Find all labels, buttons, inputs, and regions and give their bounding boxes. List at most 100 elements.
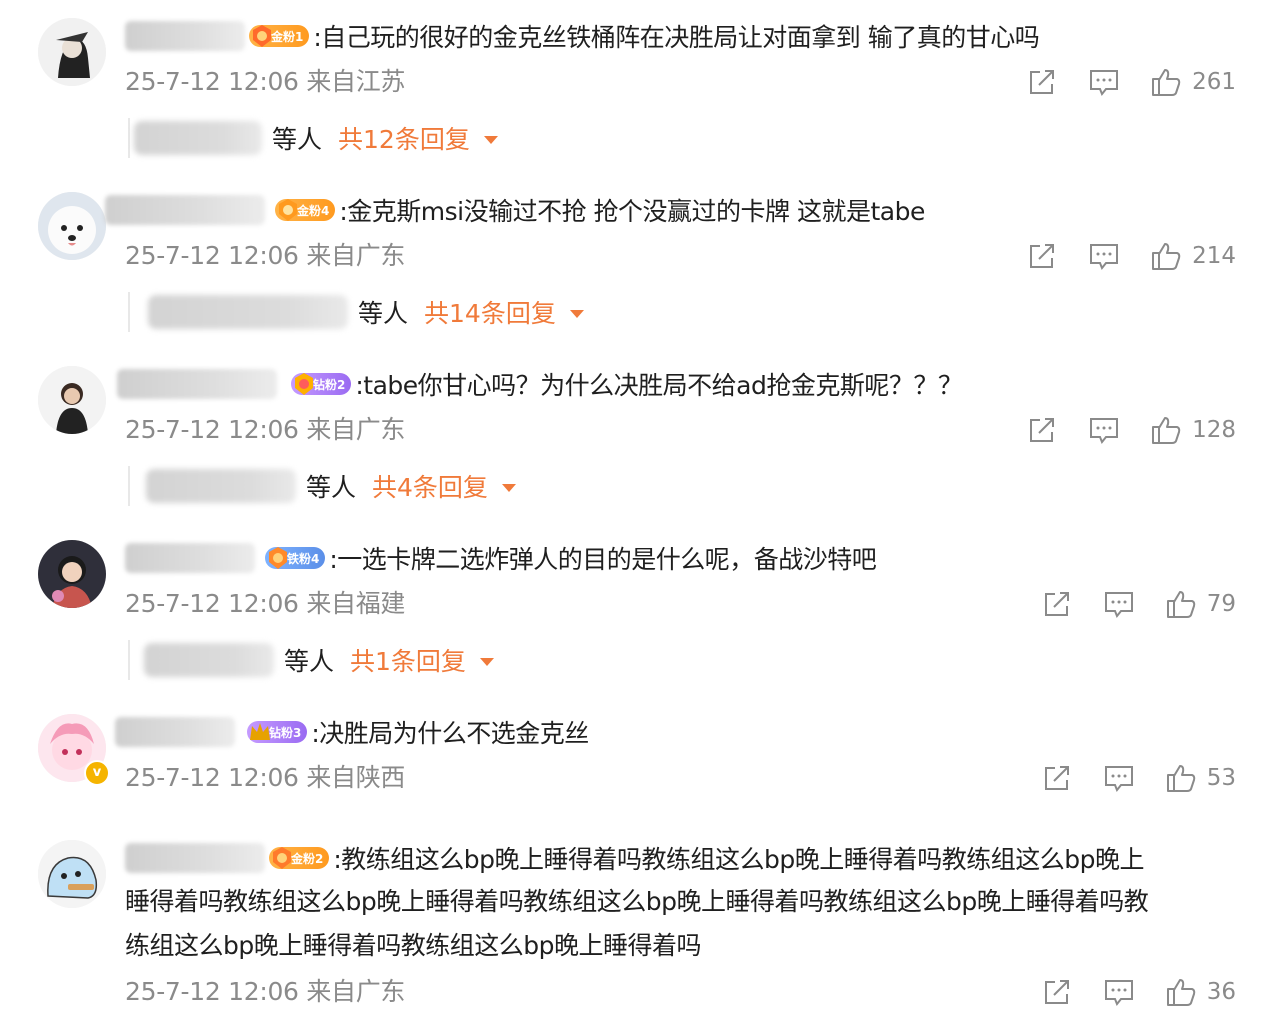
fan-badge: 铁粉4 <box>265 547 326 569</box>
comment-text-continued: 睡得着吗教练组这么bp晚上睡得着吗教练组这么bp晚上睡得着吗教练组这么bp晚上睡… <box>125 880 1225 968</box>
comment-button[interactable] <box>1088 240 1120 272</box>
thumbs-up-icon <box>1166 765 1195 792</box>
comment-text-line: 练组这么bp晚上睡得着吗教练组这么bp晚上睡得着吗 <box>125 931 701 960</box>
fan-badge: 金粉1 <box>249 25 310 47</box>
user-avatar[interactable] <box>38 540 106 608</box>
like-button[interactable]: 128 <box>1150 414 1236 446</box>
comment-button[interactable] <box>1103 976 1135 1008</box>
share-button[interactable] <box>1026 414 1058 446</box>
comment-meta: 25-7-12 12:06 来自广东 <box>125 410 405 450</box>
comment-text: :tabe你甘心吗？为什么决胜局不给ad抢金克斯呢？？？ <box>355 371 963 400</box>
replier-redacted <box>134 121 262 155</box>
reply-total-link[interactable]: 共14条回复 <box>424 294 556 330</box>
timestamp: 25-7-12 12:06 <box>125 241 299 270</box>
location: 来自陕西 <box>306 763 406 792</box>
username-redacted[interactable] <box>105 195 265 225</box>
comment-icon <box>1090 418 1119 444</box>
replier-redacted <box>144 643 274 677</box>
timestamp: 25-7-12 12:06 <box>125 589 299 618</box>
like-count: 261 <box>1192 69 1236 95</box>
comment-button[interactable] <box>1103 762 1135 794</box>
share-button[interactable] <box>1041 976 1073 1008</box>
replier-redacted <box>146 469 296 503</box>
like-count: 128 <box>1192 417 1236 443</box>
timestamp: 25-7-12 12:06 <box>125 415 299 444</box>
comment-icon <box>1104 592 1133 618</box>
comment-button[interactable] <box>1088 66 1120 98</box>
comment-meta: 25-7-12 12:06 来自陕西 <box>125 758 405 798</box>
share-button[interactable] <box>1041 588 1073 620</box>
location: 来自广东 <box>306 415 406 444</box>
reply-summary[interactable]: 等人 共1条回复 <box>128 640 494 680</box>
comment-icon <box>1090 244 1119 270</box>
reply-summary[interactable]: 等人 共12条回复 <box>128 118 498 158</box>
reply-total-link[interactable]: 共12条回复 <box>338 120 470 156</box>
username-redacted[interactable] <box>125 543 255 573</box>
user-avatar[interactable] <box>38 192 106 260</box>
like-button[interactable]: 53 <box>1165 762 1236 794</box>
share-icon <box>1044 766 1069 790</box>
timestamp: 25-7-12 12:06 <box>125 67 299 96</box>
share-button[interactable] <box>1026 240 1058 272</box>
caret-down-icon[interactable] <box>569 310 584 318</box>
comment-meta: 25-7-12 12:06 来自广东 <box>125 972 405 1012</box>
fan-badge: 钻粉2 <box>291 373 352 395</box>
user-avatar[interactable] <box>38 840 106 908</box>
caret-down-icon[interactable] <box>501 484 516 492</box>
like-button[interactable]: 36 <box>1165 976 1236 1008</box>
like-count: 36 <box>1206 979 1236 1005</box>
reply-total-link[interactable]: 共4条回复 <box>372 468 488 504</box>
comment-meta: 25-7-12 12:06 来自福建 <box>125 584 405 624</box>
like-button[interactable]: 79 <box>1165 588 1236 620</box>
share-icon <box>1030 70 1055 94</box>
thumbs-up-icon <box>1152 417 1181 444</box>
location: 来自江苏 <box>306 67 406 96</box>
comment-text: :金克斯msi没输过不抢 抢个没赢过的卡牌 这就是tabe <box>339 197 925 226</box>
comment-icon <box>1090 70 1119 96</box>
like-count: 214 <box>1192 243 1236 269</box>
reply-total-link[interactable]: 共1条回复 <box>350 642 466 678</box>
share-icon <box>1030 418 1055 442</box>
timestamp: 25-7-12 12:06 <box>125 977 299 1006</box>
thumbs-up-icon <box>1152 243 1181 270</box>
username-redacted[interactable] <box>125 21 245 51</box>
comment-icon <box>1104 980 1133 1006</box>
comment-button[interactable] <box>1103 588 1135 620</box>
thumbs-up-icon <box>1152 69 1181 96</box>
like-count: 53 <box>1206 765 1236 791</box>
user-avatar[interactable] <box>38 366 106 434</box>
username-redacted[interactable] <box>115 717 235 747</box>
share-button[interactable] <box>1026 66 1058 98</box>
reply-summary[interactable]: 等人 共14条回复 <box>128 292 584 332</box>
fan-badge: 钻粉3 <box>247 721 308 743</box>
comment-text: :自己玩的很好的金克丝铁桶阵在决胜局让对面拿到 输了真的甘心吗 <box>313 23 1040 52</box>
username-redacted[interactable] <box>117 369 277 399</box>
username-redacted[interactable] <box>125 843 265 873</box>
caret-down-icon[interactable] <box>483 136 498 144</box>
user-avatar[interactable] <box>38 18 106 86</box>
comment-meta: 25-7-12 12:06 来自江苏 <box>125 62 405 102</box>
like-button[interactable]: 214 <box>1150 240 1236 272</box>
thumbs-up-icon <box>1166 979 1195 1006</box>
replier-redacted <box>148 295 348 329</box>
like-count: 79 <box>1206 591 1236 617</box>
like-button[interactable]: 261 <box>1150 66 1236 98</box>
caret-down-icon[interactable] <box>479 658 494 666</box>
thumbs-up-icon <box>1166 591 1195 618</box>
fan-badge: 金粉2 <box>269 847 330 869</box>
comment-text-line: 睡得着吗教练组这么bp晚上睡得着吗教练组这么bp晚上睡得着吗教练组这么bp晚上睡… <box>125 887 1149 916</box>
timestamp: 25-7-12 12:06 <box>125 763 299 792</box>
location: 来自福建 <box>306 589 406 618</box>
share-icon <box>1044 592 1069 616</box>
fan-badge: 金粉4 <box>275 199 336 221</box>
share-icon <box>1044 980 1069 1004</box>
comment-text-line: :教练组这么bp晚上睡得着吗教练组这么bp晚上睡得着吗教练组这么bp晚上 <box>333 845 1144 874</box>
share-button[interactable] <box>1041 762 1073 794</box>
location: 来自广东 <box>306 977 406 1006</box>
comment-icon <box>1104 766 1133 792</box>
reply-summary[interactable]: 等人 共4条回复 <box>128 466 516 506</box>
location: 来自广东 <box>306 241 406 270</box>
comment-text: :决胜局为什么不选金克丝 <box>311 719 589 748</box>
comment-button[interactable] <box>1088 414 1120 446</box>
comment-meta: 25-7-12 12:06 来自广东 <box>125 236 405 276</box>
